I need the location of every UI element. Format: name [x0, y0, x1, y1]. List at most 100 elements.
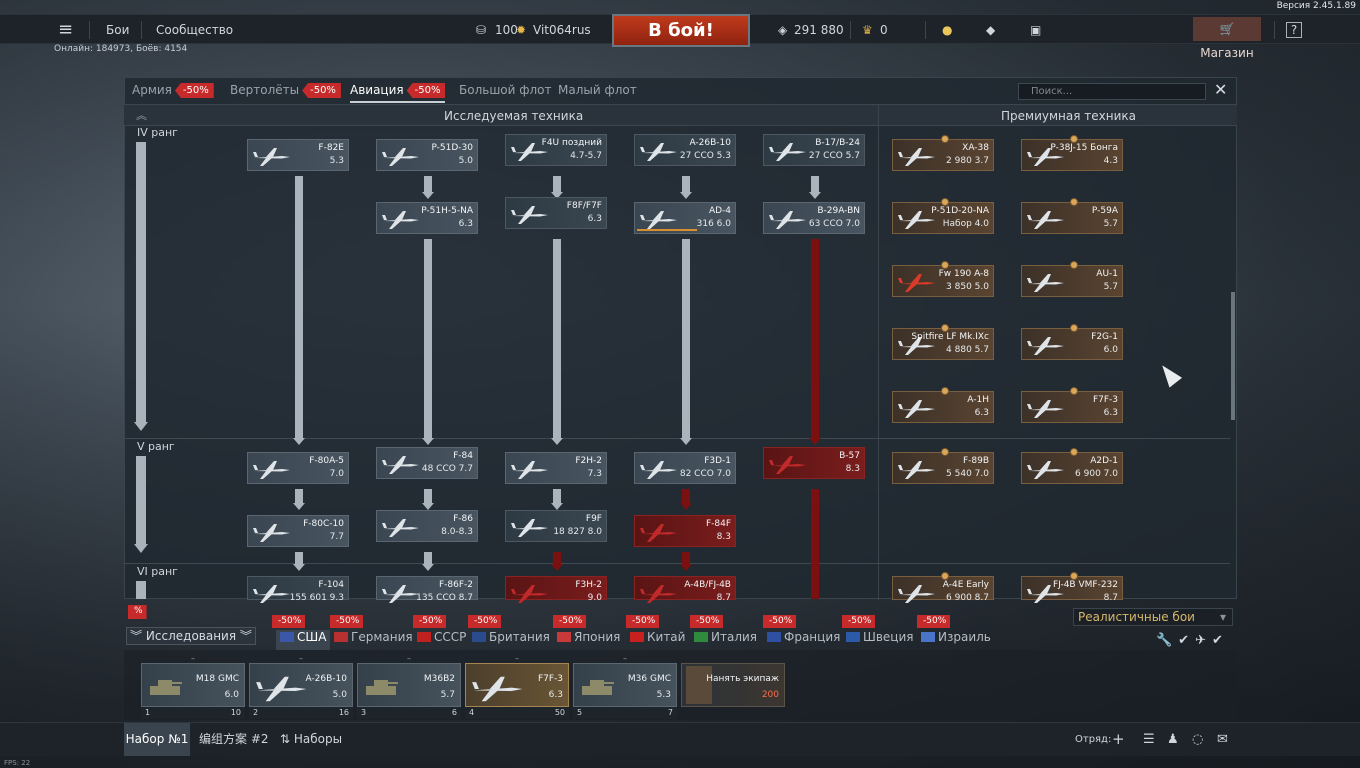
crew-portrait-icon [686, 666, 712, 704]
crew-slot[interactable]: M36 GMC 5.3 [573, 663, 677, 707]
vehicle-card[interactable]: F-84 48 ССО 7.7 [376, 447, 478, 479]
crew-slot-footer: 4 50 [465, 707, 569, 719]
battles-menu[interactable]: Бои [106, 15, 129, 45]
premium-vehicle-card[interactable]: A2D-1 6 900 7.0 [1021, 448, 1123, 484]
nation-tab[interactable]: Германия [334, 630, 413, 650]
presets-button[interactable]: ⇅ Наборы [280, 723, 342, 756]
vehicle-card[interactable]: F2H-2 7.3 [505, 452, 607, 484]
premium-vehicle-card[interactable]: Spitfire LF Mk.IXc 4 880 5.7 [892, 324, 994, 360]
hamburger-icon[interactable]: ≡ [58, 15, 73, 45]
research-toggle[interactable]: ︾ Исследования ︾ [126, 627, 256, 645]
nation-tab[interactable]: Китай [630, 630, 685, 650]
premium-vehicle-card[interactable]: F-89B 5 540 7.0 [892, 448, 994, 484]
aircraft-icon [898, 461, 935, 479]
collapse-icon[interactable]: ︽ [136, 107, 147, 123]
nation-tab[interactable]: Япония [557, 630, 620, 650]
premium-vehicle-card[interactable]: F2G-1 6.0 [1021, 324, 1123, 360]
people-icon[interactable]: ♟ [1167, 723, 1179, 756]
mail-icon[interactable]: ✉ [1217, 723, 1228, 756]
premium-vehicle-card[interactable]: AU-1 5.7 [1021, 261, 1123, 297]
username[interactable]: Vit064rus [533, 15, 591, 45]
premium-vehicle-card[interactable]: P-51D-20-NA Набор 4.0 [892, 198, 994, 234]
preset-1-tab[interactable]: Набор №1 [124, 723, 190, 756]
premium-vehicle-card[interactable]: P-59A 5.7 [1021, 198, 1123, 234]
nation-tab[interactable]: Италия [694, 630, 757, 650]
vehicle-card[interactable]: B-17/B-24 27 ССО 5.7 [763, 134, 865, 166]
toolbar-icons[interactable]: 🔧✔✈✔ [1156, 633, 1229, 648]
flag-icon [472, 632, 486, 642]
premium-vehicle-card[interactable]: FJ-4B VMF-232 8.7 [1021, 572, 1123, 603]
nation-tab[interactable]: Франция [767, 630, 840, 650]
vehicle-name: F-86 [453, 514, 473, 524]
vehicle-card[interactable]: F-80C-10 7.7 [247, 515, 349, 547]
vehicle-rating: 4 880 5.7 [946, 345, 989, 355]
tab-bluewater-fleet[interactable]: Большой флот [459, 77, 552, 103]
crew-slot[interactable]: A-26B-10 5.0 [249, 663, 353, 707]
vehicle-card[interactable]: A-4B/FJ-4B 8.7 [634, 576, 736, 603]
rank-label[interactable]: VI ранг [137, 565, 178, 578]
lightbulb-icon[interactable]: ● [942, 15, 952, 45]
shop-button[interactable]: 🛒 Магазин [1193, 17, 1261, 60]
game-mode-select[interactable]: Реалистичные бои ▾ [1073, 608, 1233, 626]
plus-icon[interactable]: + [1112, 723, 1125, 756]
premium-vehicle-card[interactable]: P-38J-15 Бонга 4.3 [1021, 135, 1123, 171]
close-icon[interactable]: ✕ [1214, 80, 1227, 99]
vehicle-card[interactable]: P-51H-5-NA 6.3 [376, 202, 478, 234]
search-input[interactable]: Поиск... [1018, 83, 1206, 100]
crew-slot[interactable]: M18 GMC 6.0 [141, 663, 245, 707]
diamond-icon[interactable]: ◆ [986, 15, 995, 45]
aircraft-icon [1027, 274, 1064, 292]
vehicle-rating: 6.3 [1103, 408, 1118, 418]
premium-vehicle-card[interactable]: Fw 190 A-8 3 850 5.0 [892, 261, 994, 297]
crew-slot[interactable]: M36B2 5.7 [357, 663, 461, 707]
vehicle-card[interactable]: B-57 8.3 [763, 447, 865, 479]
vehicle-card[interactable]: F8F/F7F 6.3 [505, 197, 607, 229]
premium-header: Премиумная техника [1001, 109, 1136, 123]
vehicle-name: P-38J-15 Бонга [1050, 143, 1118, 153]
rank-label[interactable]: V ранг [137, 440, 175, 453]
help-button[interactable]: ? [1286, 22, 1302, 38]
tab-aviation[interactable]: Авиация -50% [350, 77, 446, 103]
scrollbar[interactable] [1231, 292, 1235, 420]
premium-vehicle-card[interactable]: XA-38 2 980 3.7 [892, 135, 994, 171]
nation-tab[interactable]: США [276, 630, 331, 650]
vehicle-card[interactable]: F4U поздний 4.7-5.7 [505, 134, 607, 166]
nation-tab[interactable]: Швеция [846, 630, 913, 650]
silver-icon: ◈ [778, 23, 788, 37]
premium-vehicle-card[interactable]: A-4E Early 6 900 8.7 [892, 572, 994, 603]
preset-2-tab[interactable]: 编组方案 #2 [199, 723, 269, 756]
coupon-icon[interactable]: ▣ [1030, 15, 1041, 45]
premium-vehicle-card[interactable]: A-1H 6.3 [892, 387, 994, 423]
vehicle-card[interactable]: A-26B-10 27 ССО 5.3 [634, 134, 736, 166]
vehicle-card[interactable]: F-86 8.0-8.3 [376, 510, 478, 542]
rank-label[interactable]: IV ранг [137, 126, 178, 139]
nation-tab[interactable]: Британия [472, 630, 550, 650]
vehicle-card[interactable]: AD-4 316 6.0 [634, 202, 736, 234]
vehicle-card[interactable]: F-84F 8.3 [634, 515, 736, 547]
crew-vehicle-name: M36B2 [423, 674, 455, 684]
vehicle-card[interactable]: F-86F-2 135 ССО 8.7 [376, 576, 478, 603]
premium-vehicle-card[interactable]: F7F-3 6.3 [1021, 387, 1123, 423]
vehicle-card[interactable]: F-82E 5.3 [247, 139, 349, 171]
community-menu[interactable]: Сообщество [156, 15, 233, 45]
vehicle-card[interactable]: B-29A-BN 63 ССО 7.0 [763, 202, 865, 234]
vehicle-card[interactable]: F9F 18 827 8.0 [505, 510, 607, 542]
list-icon[interactable]: ☰ [1143, 723, 1155, 756]
vehicle-card[interactable]: F3H-2 9.0 [505, 576, 607, 603]
eagles-count: 0 [880, 23, 888, 37]
fps-counter: FPS: 22 [4, 759, 31, 767]
chat-icon[interactable]: ◌ [1192, 723, 1203, 756]
nation-tab[interactable]: Израиль [921, 630, 991, 650]
hire-crew-button[interactable]: Нанять экипаж 200 [681, 663, 785, 707]
vehicle-card[interactable]: P-51D-30 5.0 [376, 139, 478, 171]
tab-coastal-fleet[interactable]: Малый флот [558, 77, 637, 103]
slot-divider: – [515, 654, 519, 663]
crew-slot[interactable]: F7F-3 6.3 [465, 663, 569, 707]
vehicle-card[interactable]: F3D-1 82 ССО 7.0 [634, 452, 736, 484]
to-battle-button[interactable]: В бой! [612, 14, 750, 47]
vehicle-card[interactable]: F-80A-5 7.0 [247, 452, 349, 484]
vehicle-card[interactable]: F-104 155 601 9.3 [247, 576, 349, 603]
tab-army[interactable]: Армия -50% [132, 77, 214, 103]
nation-tab[interactable]: СССР [417, 630, 466, 650]
tab-helicopters[interactable]: Вертолёты -50% [230, 77, 341, 103]
